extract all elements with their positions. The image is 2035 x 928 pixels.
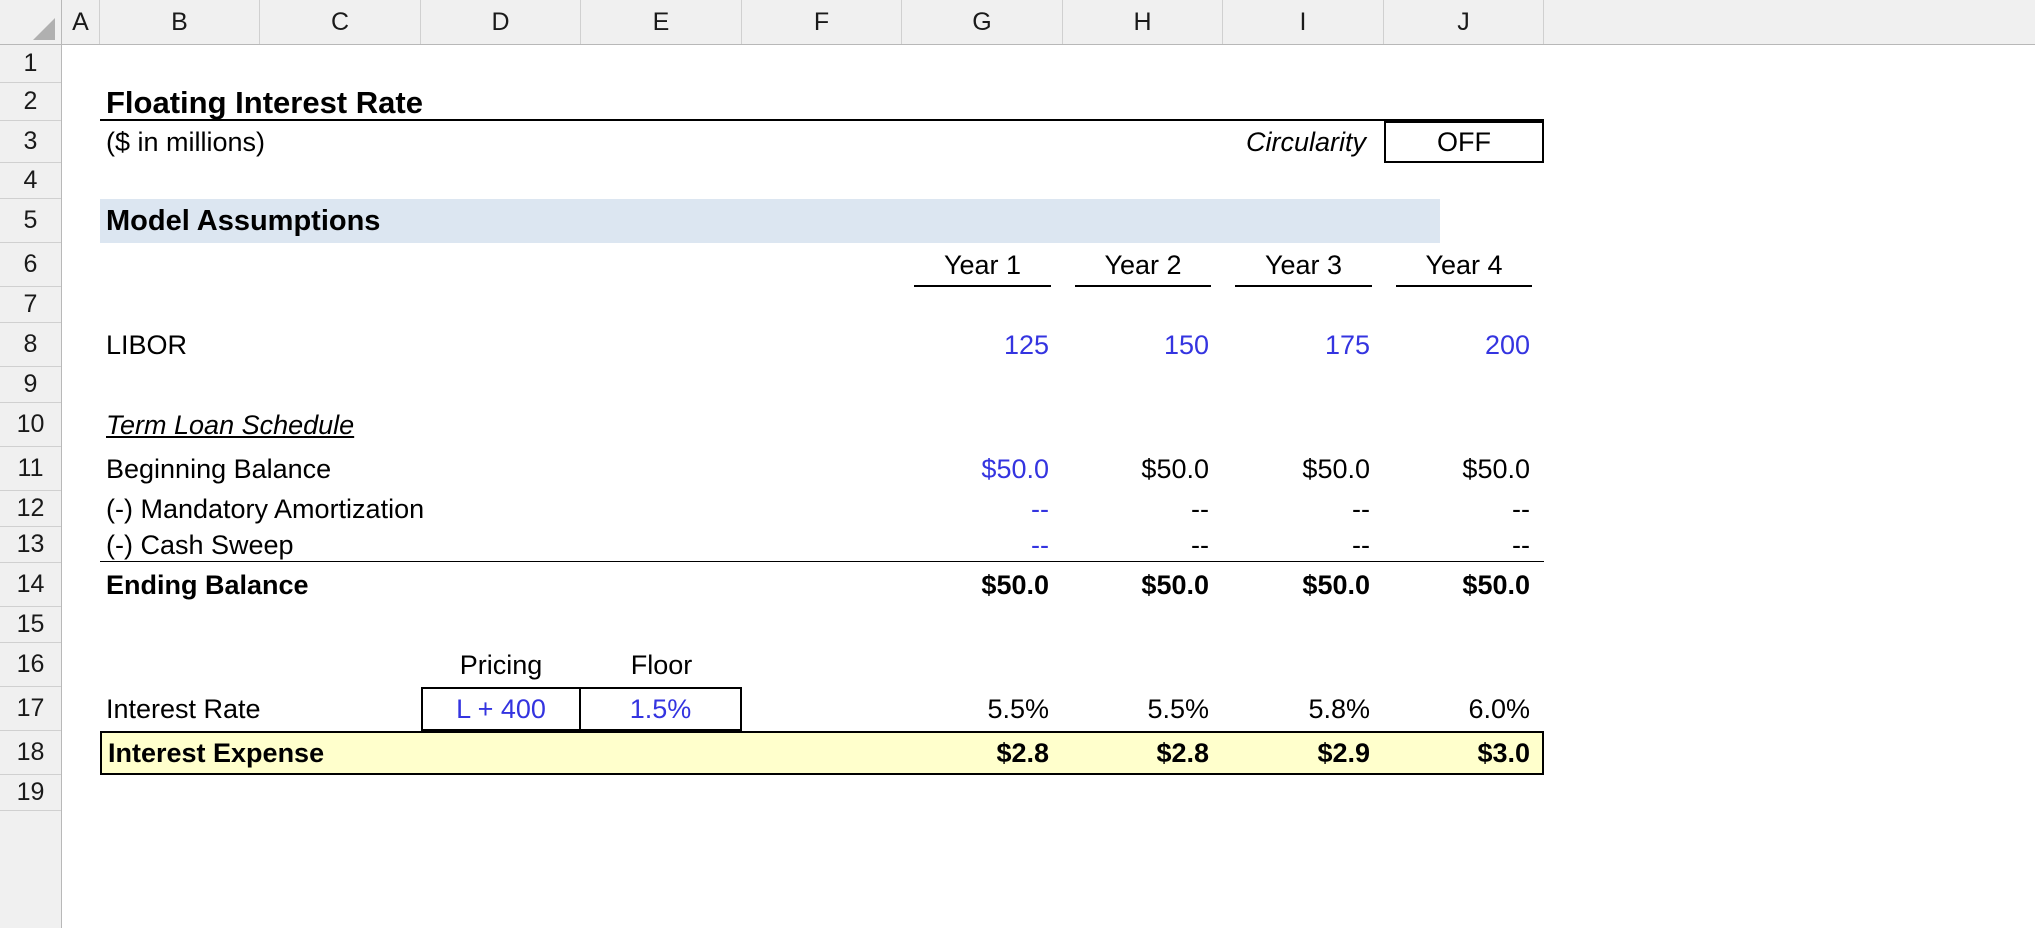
select-all-corner[interactable]	[0, 0, 62, 44]
pricing-caption: Pricing	[459, 649, 543, 680]
pricing-input[interactable]: L + 400	[421, 687, 581, 731]
beginning-balance-year-1[interactable]: $50.0	[902, 447, 1063, 491]
column-header-c[interactable]: C	[260, 0, 421, 44]
units-label: ($ in millions)	[106, 126, 266, 157]
term-loan-schedule-title: Term Loan Schedule	[106, 409, 355, 440]
libor-year-3[interactable]: 175	[1223, 323, 1384, 367]
row-header-column: 1 2 3 4 5 6 7 8 9 10 11 12 13 14 15 16 1…	[0, 45, 62, 928]
row-header-17[interactable]: 17	[0, 687, 61, 731]
year-1-underline	[914, 285, 1051, 287]
row-header-11[interactable]: 11	[0, 447, 61, 491]
interest-rate-year-1[interactable]: 5.5%	[902, 687, 1063, 731]
cash-sweep-year-1[interactable]: --	[902, 527, 1063, 563]
row-header-19[interactable]: 19	[0, 775, 61, 811]
floor-input[interactable]: 1.5%	[581, 687, 742, 731]
column-header-j[interactable]: J	[1384, 0, 1544, 44]
interest-expense-label: Interest Expense	[108, 737, 325, 768]
ending-balance-year-1[interactable]: $50.0	[902, 563, 1063, 607]
year-3-underline	[1235, 285, 1372, 287]
column-header-b[interactable]: B	[100, 0, 260, 44]
row-header-15[interactable]: 15	[0, 607, 61, 643]
model-assumptions-title: Model Assumptions	[106, 204, 381, 237]
row-header-3[interactable]: 3	[0, 121, 61, 163]
mandatory-amortization-year-2[interactable]: --	[1063, 491, 1223, 527]
column-header-g[interactable]: G	[902, 0, 1063, 44]
beginning-balance-year-4[interactable]: $50.0	[1384, 447, 1544, 491]
row-header-16[interactable]: 16	[0, 643, 61, 687]
page-title: Floating Interest Rate	[106, 84, 423, 120]
row-header-5[interactable]: 5	[0, 199, 61, 243]
sheet-body: 1 2 3 4 5 6 7 8 9 10 11 12 13 14 15 16 1…	[0, 45, 2035, 928]
row-header-8[interactable]: 8	[0, 323, 61, 367]
period-header-year-1: Year 1	[943, 249, 1022, 280]
cash-sweep-year-3[interactable]: --	[1223, 527, 1384, 563]
column-header-h[interactable]: H	[1063, 0, 1223, 44]
column-header-e[interactable]: E	[581, 0, 742, 44]
row-header-13[interactable]: 13	[0, 527, 61, 563]
column-header-d[interactable]: D	[421, 0, 581, 44]
beginning-balance-year-2[interactable]: $50.0	[1063, 447, 1223, 491]
ending-balance-year-2[interactable]: $50.0	[1063, 563, 1223, 607]
ending-balance-subtotal-rule	[100, 561, 1544, 562]
interest-expense-year-4[interactable]: $3.0	[1384, 731, 1544, 775]
libor-year-4[interactable]: 200	[1384, 323, 1544, 367]
period-header-year-3: Year 3	[1264, 249, 1343, 280]
row-header-9[interactable]: 9	[0, 367, 61, 403]
row-header-6[interactable]: 6	[0, 243, 61, 287]
year-2-underline	[1075, 285, 1211, 287]
row-header-10[interactable]: 10	[0, 403, 61, 447]
row-header-4[interactable]: 4	[0, 163, 61, 199]
libor-year-1[interactable]: 125	[902, 323, 1063, 367]
interest-expense-year-2[interactable]: $2.8	[1063, 731, 1223, 775]
row-header-14[interactable]: 14	[0, 563, 61, 607]
cash-sweep-year-4[interactable]: --	[1384, 527, 1544, 563]
cash-sweep-label: (-) Cash Sweep	[106, 529, 294, 560]
mandatory-amortization-year-4[interactable]: --	[1384, 491, 1544, 527]
interest-rate-year-2[interactable]: 5.5%	[1063, 687, 1223, 731]
interest-rate-year-4[interactable]: 6.0%	[1384, 687, 1544, 731]
mandatory-amortization-year-1[interactable]: --	[902, 491, 1063, 527]
libor-label: LIBOR	[106, 329, 188, 360]
column-header-filler	[1544, 0, 2035, 44]
ending-balance-year-3[interactable]: $50.0	[1223, 563, 1384, 607]
ending-balance-year-4[interactable]: $50.0	[1384, 563, 1544, 607]
interest-expense-year-1[interactable]: $2.8	[902, 731, 1063, 775]
circularity-toggle-value[interactable]: OFF	[1384, 121, 1544, 163]
row-header-2[interactable]: 2	[0, 83, 61, 121]
column-header-f[interactable]: F	[742, 0, 902, 44]
interest-rate-year-3[interactable]: 5.8%	[1223, 687, 1384, 731]
period-header-year-2: Year 2	[1104, 249, 1182, 280]
row-header-18[interactable]: 18	[0, 731, 61, 775]
column-header-i[interactable]: I	[1223, 0, 1384, 44]
floor-caption: Floor	[630, 649, 693, 680]
beginning-balance-label: Beginning Balance	[106, 453, 332, 484]
cash-sweep-year-2[interactable]: --	[1063, 527, 1223, 563]
libor-year-2[interactable]: 150	[1063, 323, 1223, 367]
row-header-12[interactable]: 12	[0, 491, 61, 527]
column-header-row: A B C D E F G H I J	[0, 0, 2035, 45]
period-header-year-4: Year 4	[1425, 249, 1503, 280]
column-header-a[interactable]: A	[62, 0, 100, 44]
cell-grid: Floating Interest Rate ($ in millions) C…	[62, 45, 2035, 928]
row-header-7[interactable]: 7	[0, 287, 61, 323]
spreadsheet-canvas: A B C D E F G H I J 1 2 3 4 5 6 7 8 9 10…	[0, 0, 2035, 928]
ending-balance-label: Ending Balance	[106, 569, 309, 600]
mandatory-amortization-year-3[interactable]: --	[1223, 491, 1384, 527]
interest-expense-year-3[interactable]: $2.9	[1223, 731, 1384, 775]
mandatory-amortization-label: (-) Mandatory Amortization	[106, 493, 425, 524]
select-all-triangle-icon	[33, 18, 55, 40]
year-4-underline	[1396, 285, 1532, 287]
circularity-label: Circularity	[1245, 126, 1366, 157]
beginning-balance-year-3[interactable]: $50.0	[1223, 447, 1384, 491]
row-header-1[interactable]: 1	[0, 45, 61, 83]
